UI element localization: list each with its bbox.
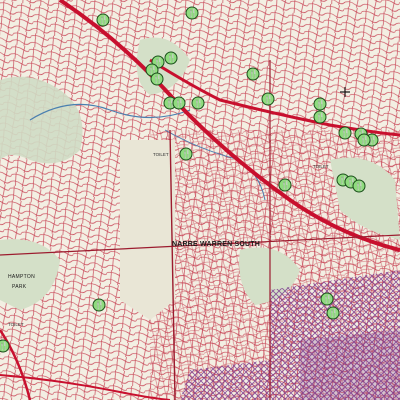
restaurant-icon[interactable]: 🍴 — [313, 110, 327, 124]
restaurant-icon[interactable]: 🍴 — [338, 126, 352, 140]
open-space — [120, 140, 175, 320]
restaurant-icon[interactable]: 🍴 — [92, 298, 106, 312]
restaurant-icon[interactable]: 🍴 — [172, 96, 186, 110]
restaurant-icon[interactable]: 🍴 — [261, 92, 275, 106]
restaurant-icon[interactable]: 🍴 — [164, 51, 178, 65]
toilet-label: TOILET — [8, 322, 24, 327]
restaurant-icon[interactable]: 🍴 — [278, 178, 292, 192]
restaurant-icon[interactable]: 🍴 — [191, 96, 205, 110]
restaurant-icon[interactable]: 🍴 — [326, 306, 340, 320]
restaurant-icon[interactable]: 🍴 — [150, 72, 164, 86]
restaurant-icon[interactable]: 🍴 — [313, 97, 327, 111]
restaurant-icon[interactable]: 🍴 — [320, 292, 334, 306]
toilet-label: TOILET — [153, 152, 169, 157]
restaurant-icon[interactable]: 🍴 — [352, 179, 366, 193]
restaurant-icon[interactable]: 🍴 — [185, 6, 199, 20]
map-layer — [0, 0, 400, 400]
restaurant-icon[interactable]: 🍴 — [96, 13, 110, 27]
restaurant-icon[interactable]: 🍴 — [246, 67, 260, 81]
map-canvas[interactable]: NARRE WARREN SOUTH HAMPTON PARK TOILET T… — [0, 0, 400, 400]
toilet-label: TOILET — [313, 164, 329, 169]
suburb-label-park: PARK — [12, 284, 27, 290]
suburb-label-narre-warren-south: NARRE WARREN SOUTH — [172, 241, 260, 248]
suburb-label-hampton: HAMPTON — [8, 274, 36, 280]
restaurant-icon[interactable]: 🍴 — [357, 133, 371, 147]
development-zone-shade — [300, 330, 400, 400]
restaurant-icon[interactable]: 🍴 — [179, 147, 193, 161]
